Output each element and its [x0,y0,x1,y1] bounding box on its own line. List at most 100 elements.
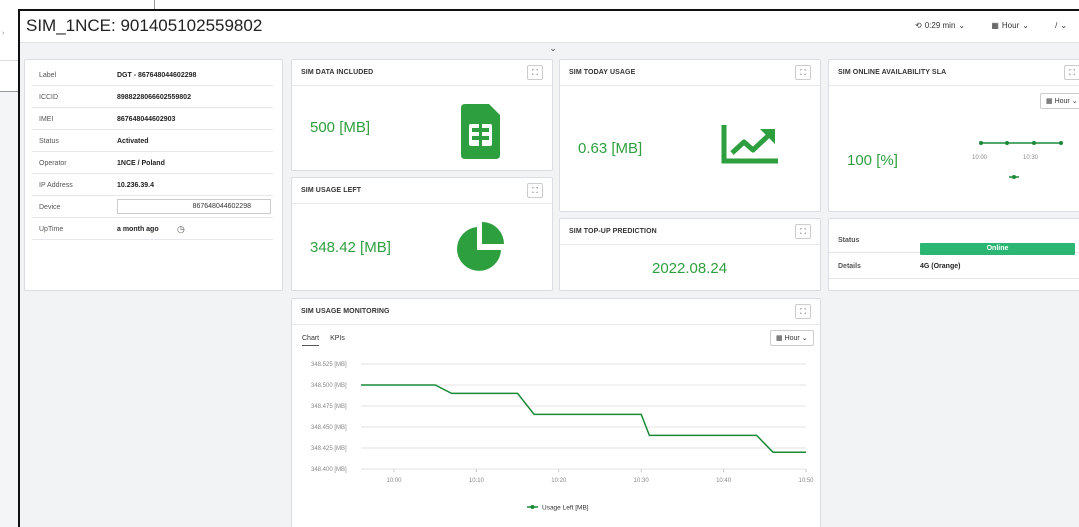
info-row-operator: Operator 1NCE / Poland [32,153,273,174]
sla-legend-marker [1012,175,1016,179]
monitoring-interval-label: Hour [784,335,800,342]
refresh-selector[interactable]: ⟲ 0:29 min ⌄ [915,21,977,30]
info-label: UpTime [39,226,64,233]
x-tick-label: 10:10 [469,478,485,484]
clock-icon: ◷ [177,224,185,234]
sla-point [1059,141,1063,145]
x-tick-label: 10:50 [798,478,814,484]
trending-up-icon [721,125,778,164]
card-title: SIM ONLINE AVAILABILITY SLA [838,69,947,76]
info-value: Activated [117,138,149,145]
sim-info-card: Label DGT - 867648044602298 ICCID 898822806… [24,59,283,291]
sim-sla-card: SIM ONLINE AVAILABILITY SLA ⛶ ▦ Hour ⌄ 10… [828,59,1079,212]
usage-left-series-line [361,384,806,453]
sla-tick-label: 10:30 [1023,155,1039,161]
details-value: 4G (Orange) [920,263,961,270]
chevron-down-icon: ⌄ [549,43,557,53]
monitoring-tabs: Chart KPIs [302,335,354,346]
card-title: SIM DATA INCLUDED [301,69,374,76]
calendar-icon: ▦ [991,21,999,30]
background-dot: › [2,30,5,37]
more-selector[interactable]: / ⌄ [1055,21,1079,30]
info-label: Operator [39,160,67,167]
info-label: Status [39,138,59,145]
legend-label: Usage Left [MB] [542,505,589,512]
status-row: Status Online [829,227,1079,255]
info-label: Label [39,72,57,79]
info-value: a month ago [117,226,159,233]
sim-card-icon [461,104,500,159]
sla-point [1005,141,1009,145]
card-title: SIM TODAY USAGE [569,69,636,76]
y-tick-label: 348.400 [MB] [311,467,347,473]
details-label: Details [838,263,861,270]
chevron-down-icon: ⌄ [801,335,808,342]
y-tick-label: 348.525 [MB] [311,362,347,368]
interval-selector[interactable]: ▦ Hour ⌄ [991,21,1041,30]
toolbar: ⟲ 0:29 min ⌄ ▦ Hour ⌄ / ⌄ [915,21,1079,30]
y-tick-label: 348.450 [MB] [311,425,347,431]
chevron-down-icon: ⌄ [1071,98,1078,105]
y-tick-label: 348.475 [MB] [311,404,347,410]
x-tick-label: 10:20 [551,478,567,484]
card-title: SIM USAGE MONITORING [301,308,390,315]
y-tick-label: 348.500 [MB] [311,383,347,389]
details-row: Details 4G (Orange) [829,253,1079,279]
sla-value: 100 [%] [847,152,898,169]
sim-data-included-card: SIM DATA INCLUDED ⛶ 500 [MB] [291,59,553,171]
legend-marker [530,505,535,509]
sim-topup-card: SIM TOP-UP PREDICTION ⛶ 2022.08.24 [559,218,821,291]
tab-kpis[interactable]: KPIs [330,335,345,345]
x-tick-label: 10:00 [386,478,402,484]
expand-icon[interactable]: ⛶ [527,183,543,198]
device-field[interactable]: 867648044602298 [117,199,271,214]
info-value: DGT - 867648044602298 [117,72,197,79]
expand-icon[interactable]: ⛶ [1064,65,1079,80]
background-divider [0,60,18,61]
info-value: 1NCE / Poland [117,160,165,167]
info-value: 867648044602903 [117,116,176,123]
usage-line-chart: 348.525 [MB] 348.500 [MB] 348.475 [MB] 348.… [311,362,814,512]
chevron-down-icon: ⌄ [958,21,966,30]
info-label: IMEI [39,116,54,123]
info-row-label: Label DGT - 867648044602298 [32,65,273,86]
more-label: / [1055,21,1058,30]
info-value: 10.236.39.4 [117,182,154,189]
sla-interval-select[interactable]: ▦ Hour ⌄ [1040,93,1079,109]
today-usage-value: 0.63 [MB] [578,140,643,157]
sla-point [1032,141,1036,145]
x-tick-label: 10:40 [716,478,732,484]
chevron-down-icon: ⌄ [1022,21,1029,30]
topup-value: 2022.08.24 [652,260,728,277]
pie-chart-icon [457,222,504,271]
sim-usage-monitoring-card: SIM USAGE MONITORING ⛶ Chart KPIs ▦ Hour … [291,298,821,527]
sla-interval-label: Hour [1054,98,1070,105]
info-label: Device [39,204,61,211]
info-row-device: Device 867648044602298 [32,197,273,218]
collapse-toggle[interactable]: ⌄ [20,43,1079,57]
sla-mini-chart: 10:00 10:30 [972,141,1063,179]
calendar-icon: ▦ [776,335,783,342]
chevron-down-icon: ⌄ [1060,21,1068,30]
info-label: ICCID [39,94,59,101]
info-row-ip-address: IP Address 10.236.39.4 [32,175,273,196]
expand-icon[interactable]: ⛶ [795,65,811,80]
expand-icon[interactable]: ⛶ [527,65,543,80]
data-included-value: 500 [MB] [310,119,371,136]
tab-chart[interactable]: Chart [302,335,320,346]
sla-tick-label: 10:00 [972,155,988,161]
expand-icon[interactable]: ⛶ [795,304,811,319]
usage-left-value: 348.42 [MB] [310,239,391,256]
sim-usage-left-card: SIM USAGE LEFT ⛶ 348.42 [MB] [291,177,553,291]
info-row-status: Status Activated [32,131,273,152]
calendar-icon: ▦ [1046,98,1053,105]
info-row-imei: IMEI 867648044602903 [32,109,273,130]
monitoring-interval-select[interactable]: ▦ Hour ⌄ [770,330,814,346]
sla-point [979,141,983,145]
expand-icon[interactable]: ⛶ [795,224,811,239]
refresh-icon: ⟲ [915,21,922,30]
card-title: SIM TOP-UP PREDICTION [569,228,657,235]
status-card: Status Online Details 4G (Orange) [828,218,1079,291]
page-title: SIM_1NCE: 901405102559802 [26,16,263,35]
y-tick-label: 348.425 [MB] [311,446,347,452]
